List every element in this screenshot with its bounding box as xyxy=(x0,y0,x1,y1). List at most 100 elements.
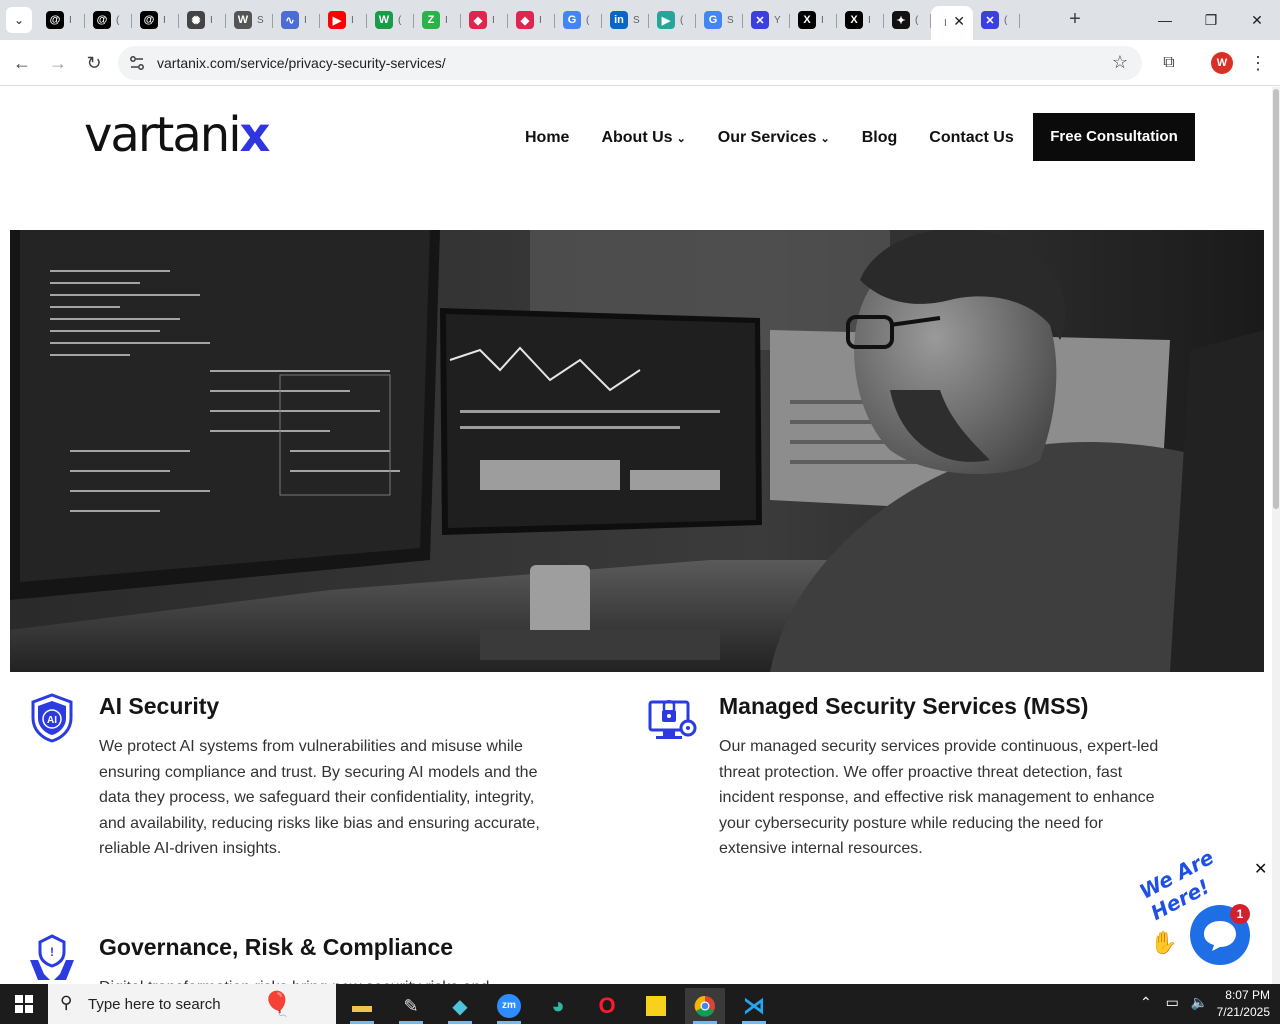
scrollbar-thumb[interactable] xyxy=(1273,89,1279,509)
tab-search-button[interactable]: ⌄ xyxy=(6,7,32,33)
nav-label: Our Services xyxy=(717,129,817,146)
edge-app[interactable]: ◕ xyxy=(538,988,578,1024)
url-text[interactable]: vartanix.com/service/privacy-security-se… xyxy=(157,55,446,71)
taskbar-search-box[interactable]: ⚲ Type here to search 🎈 xyxy=(48,984,336,1024)
clock[interactable]: 8:07 PM 7/21/2025 xyxy=(1217,987,1270,1021)
site-info-icon[interactable] xyxy=(128,54,146,72)
tab-strip: ⌄ @ I @(@ I ✺ I W S ∿ I ▶ I W(Z I ◆ I ◆ I G(in S ▶(G S ✕ Y X I X I ✦… xyxy=(0,0,1280,40)
browser-tab[interactable]: WS xyxy=(226,6,273,34)
browser-tab[interactable]: @ I xyxy=(38,6,85,34)
reload-button[interactable]: ↻ xyxy=(82,51,106,75)
minimize-button[interactable]: — xyxy=(1142,0,1188,40)
x-brand-icon: ✕ xyxy=(981,11,999,29)
app-diamond[interactable]: ◆ xyxy=(440,988,480,1024)
palette-icon: ✎ xyxy=(403,995,419,1016)
maximize-button[interactable]: ❐ xyxy=(1188,0,1234,40)
zoom-app[interactable]: zm xyxy=(489,988,529,1024)
browser-tab[interactable]: ✺ I xyxy=(179,6,226,34)
active-browser-tab[interactable]: I ✕ xyxy=(931,6,973,40)
nav-item-about-us[interactable]: About Us ⌄ xyxy=(601,129,685,147)
tab-title: ( xyxy=(398,14,402,26)
sparkle-icon: ✦ xyxy=(892,11,910,29)
chevron-down-icon: ⌄ xyxy=(13,13,25,27)
site-logo[interactable]: vartanix xyxy=(84,107,271,163)
tab-title: ( xyxy=(586,14,590,26)
browser-tab[interactable]: ▶ I xyxy=(320,6,367,34)
service-description: We protect AI systems from vulnerabiliti… xyxy=(99,738,540,858)
profile-avatar[interactable]: W xyxy=(1211,52,1233,74)
tab-title: I xyxy=(445,14,448,26)
service-description: Digital transformation risks bring new s… xyxy=(99,975,549,984)
opera-icon: O xyxy=(598,993,616,1018)
threads-icon: @ xyxy=(140,11,158,29)
browser-tab[interactable]: ZI xyxy=(414,6,461,34)
search-icon: ⚲ xyxy=(60,993,73,1012)
logo-text: vartani xyxy=(84,107,242,163)
extensions-button[interactable]: ⧉ xyxy=(1157,51,1181,75)
address-bar[interactable]: vartanix.com/service/privacy-security-se… xyxy=(118,46,1142,80)
browser-tab[interactable]: G( xyxy=(555,6,602,34)
start-button[interactable] xyxy=(0,984,48,1024)
browser-tab[interactable]: ✦( xyxy=(884,6,931,34)
tab-title: I xyxy=(821,14,824,26)
tab-title: ( xyxy=(116,14,120,26)
browser-tab[interactable]: XI xyxy=(837,6,884,34)
browser-tab[interactable]: W( xyxy=(367,6,414,34)
nav-item-contact-us[interactable]: Contact Us xyxy=(929,129,1013,147)
browser-tab[interactable]: in S xyxy=(602,6,649,34)
network-icon[interactable]: ▭ xyxy=(1166,994,1179,1010)
tab-title: S xyxy=(727,14,734,26)
chevron-up-icon[interactable]: ⌃ xyxy=(1140,994,1152,1010)
tag-icon: ◆ xyxy=(516,11,534,29)
site-icon: ∿ xyxy=(281,11,299,29)
page-scrollbar[interactable] xyxy=(1272,87,1280,984)
svg-text:!: ! xyxy=(50,945,54,959)
svg-text:AI: AI xyxy=(47,715,57,726)
managed-security-icon xyxy=(648,700,697,739)
governance-icon: ! xyxy=(30,934,74,980)
browser-tab[interactable]: ∿ I xyxy=(273,6,320,34)
nav-item-our-services[interactable]: Our Services ⌄ xyxy=(718,129,830,147)
new-tab-button[interactable]: + xyxy=(1064,8,1086,30)
youtube-icon: ▶ xyxy=(328,11,346,29)
browser-tab[interactable]: ◆ I xyxy=(461,6,508,34)
tab-title: I xyxy=(944,17,947,29)
bookmark-star-icon[interactable]: ☆ xyxy=(1112,52,1128,73)
browser-tab[interactable]: @( xyxy=(85,6,132,34)
chrome-icon xyxy=(694,995,715,1017)
free-consultation-button[interactable]: Free Consultation xyxy=(1033,113,1195,161)
google-icon: G xyxy=(563,11,581,29)
back-button[interactable]: ← xyxy=(10,51,34,75)
tab-title: I xyxy=(492,14,495,26)
tab-title: I xyxy=(163,14,166,26)
reload-icon: ↻ xyxy=(86,52,102,73)
close-tab-icon[interactable]: ✕ xyxy=(953,13,965,30)
tag-icon: ◆ xyxy=(469,11,487,29)
tab-title: I xyxy=(539,14,542,26)
search-placeholder: Type here to search xyxy=(88,996,221,1013)
tab-title: S xyxy=(633,14,640,26)
browser-tab[interactable]: ▶( xyxy=(649,6,696,34)
browser-tab[interactable]: GS xyxy=(696,6,743,34)
sticky-notes-app[interactable] xyxy=(636,988,676,1024)
google-icon: G xyxy=(704,11,722,29)
opera-app[interactable]: O xyxy=(587,988,627,1024)
volume-icon[interactable]: 🔈 xyxy=(1191,994,1208,1010)
paint-app[interactable]: ✎ xyxy=(391,988,431,1024)
forward-button[interactable]: → xyxy=(46,51,70,75)
file-explorer-app[interactable]: ▬ xyxy=(342,988,382,1024)
more-vertical-icon: ⋮ xyxy=(1249,52,1267,73)
browser-tab[interactable]: @ I xyxy=(132,6,179,34)
edge-icon: ◕ xyxy=(551,993,565,1018)
chatgpt-icon: ✺ xyxy=(187,11,205,29)
browser-tab[interactable]: ◆ I xyxy=(508,6,555,34)
nav-item-home[interactable]: Home xyxy=(525,129,569,147)
chrome-app[interactable] xyxy=(685,988,725,1024)
nav-item-blog[interactable]: Blog xyxy=(862,129,898,147)
vscode-app[interactable]: ⋊ xyxy=(734,988,774,1024)
browser-tab[interactable]: XI xyxy=(790,6,837,34)
close-window-button[interactable]: ✕ xyxy=(1234,0,1280,40)
browser-tab[interactable]: ✕( xyxy=(973,6,1020,34)
browser-menu-button[interactable]: ⋮ xyxy=(1246,51,1270,75)
browser-tab[interactable]: ✕ Y xyxy=(743,6,790,34)
